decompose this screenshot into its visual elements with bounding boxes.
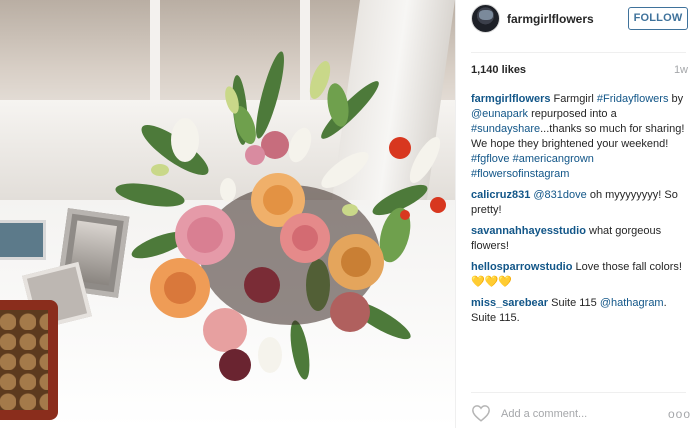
divider xyxy=(471,392,686,393)
follow-button[interactable]: FOLLOW xyxy=(628,7,688,30)
add-comment-input[interactable]: Add a comment... xyxy=(501,408,587,420)
comment-bar: Add a comment... ooo xyxy=(456,395,700,428)
caption: farmgirlflowers Farmgirl #Fridayflowers … xyxy=(471,92,691,182)
likes-count[interactable]: 1,140 likes xyxy=(471,64,526,76)
caption-text: repurposed into a xyxy=(528,108,617,120)
divider xyxy=(471,52,686,53)
comment-item: savannahhayesstudio what gorgeous flower… xyxy=(471,224,691,254)
heart-outline-icon[interactable] xyxy=(471,404,491,422)
hashtag-link[interactable]: #sundayshare xyxy=(471,123,540,135)
comment-username[interactable]: miss_sarebear xyxy=(471,297,548,309)
hashtag-link[interactable]: #fgflove xyxy=(471,153,510,165)
hashtag-link[interactable]: #flowersofinstagram xyxy=(471,168,569,180)
comment-username[interactable]: hellosparrowstudio xyxy=(471,261,572,273)
comment-item: calicruz831 @831dove oh myyyyyyyy! So pr… xyxy=(471,188,691,218)
comments-list: farmgirlflowers Farmgirl #Fridayflowers … xyxy=(471,92,691,332)
flower-bouquet-illustration xyxy=(115,51,446,381)
comment-text: Love those fall colors! xyxy=(572,261,682,273)
caption-text: by xyxy=(668,93,684,105)
mention-link[interactable]: @831dove xyxy=(533,189,586,201)
comment-item: miss_sarebear Suite 115 @hathagram. Suit… xyxy=(471,296,691,326)
caption-text: Farmgirl xyxy=(550,93,597,105)
mention-link[interactable]: @eunapark xyxy=(471,108,528,120)
comment-username[interactable]: calicruz831 xyxy=(471,189,530,201)
comment-username[interactable]: farmgirlflowers xyxy=(471,93,550,105)
emoji-hearts: 💛💛💛 xyxy=(471,276,513,288)
post-sidebar: farmgirlflowers FOLLOW 1,140 likes 1w fa… xyxy=(455,0,700,428)
comment-text: Suite 115 xyxy=(548,297,600,309)
avatar[interactable] xyxy=(471,4,500,33)
mention-link[interactable]: @hathagram xyxy=(600,297,664,309)
post-header: farmgirlflowers FOLLOW xyxy=(456,0,700,40)
comment-item: hellosparrowstudio Love those fall color… xyxy=(471,260,691,290)
comment-username[interactable]: savannahhayesstudio xyxy=(471,225,586,237)
post-username[interactable]: farmgirlflowers xyxy=(507,12,594,26)
hashtag-link[interactable]: #americangrown xyxy=(513,153,594,165)
hashtag-link[interactable]: #Fridayflowers xyxy=(597,93,669,105)
ellipsis-icon[interactable]: ooo xyxy=(668,407,691,421)
post-age[interactable]: 1w xyxy=(674,64,688,76)
post-photo[interactable] xyxy=(0,0,455,428)
